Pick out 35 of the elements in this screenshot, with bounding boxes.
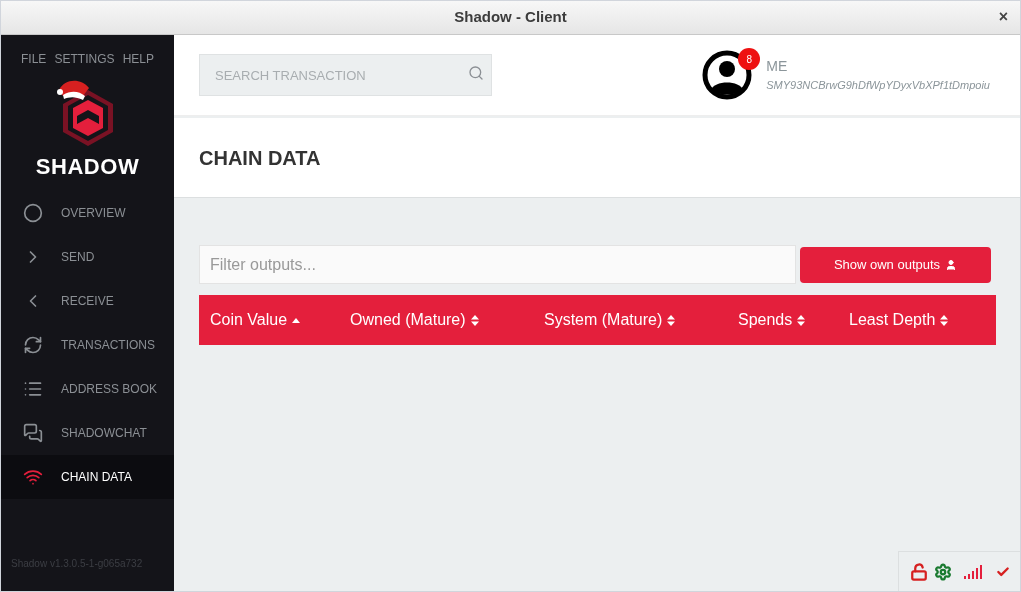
check-icon [995,564,1010,579]
column-header[interactable]: Owned (Mature) [350,308,544,332]
filter-field[interactable]: Filter outputs... [199,245,796,284]
nav-item[interactable]: CHAIN DATA [1,455,174,499]
search-icon [468,65,484,81]
show-own-outputs-button[interactable]: Show own outputs [800,246,991,283]
chat-icon [23,423,43,443]
menu-item[interactable]: FILE [21,50,47,68]
nav-item[interactable]: ADDRESS BOOK [1,367,174,411]
nav-item[interactable]: OVERVIEW [1,191,174,235]
nav-item[interactable]: TRANSACTIONS [1,323,174,367]
column-header[interactable]: Coin Value [210,308,350,332]
notification-badge: 8 [738,48,761,70]
user-address: SMY93NCBrwG9hDfWpYDyxVbXPf1tDmpoiu [766,78,990,94]
wifi-icon [23,467,43,487]
column-header[interactable]: Spends [738,308,849,332]
list-icon [23,379,43,399]
brand-name: SHADOW [35,153,140,181]
nav-item[interactable]: RECEIVE [1,279,174,323]
column-header[interactable]: System (Mature) [544,308,738,332]
settings-icon[interactable] [933,562,952,581]
circle-icon [23,203,43,223]
search-field[interactable]: SEARCH TRANSACTION [199,54,492,96]
column-header[interactable]: Least Depth [849,308,989,332]
nav-item[interactable]: SEND [1,235,174,279]
page-title: CHAIN DATA [199,145,321,171]
window-title: Shadow - Client [454,7,567,28]
refresh-icon [23,335,43,355]
unlocked-icon[interactable] [909,562,928,581]
user-icon [945,258,958,271]
nav-item[interactable]: SHADOWCHAT [1,411,174,455]
menu-item[interactable]: HELP [122,50,154,68]
close-button[interactable]: × [998,9,1008,25]
user-name: ME [766,57,789,77]
menu-item[interactable]: SETTINGS [54,50,115,68]
